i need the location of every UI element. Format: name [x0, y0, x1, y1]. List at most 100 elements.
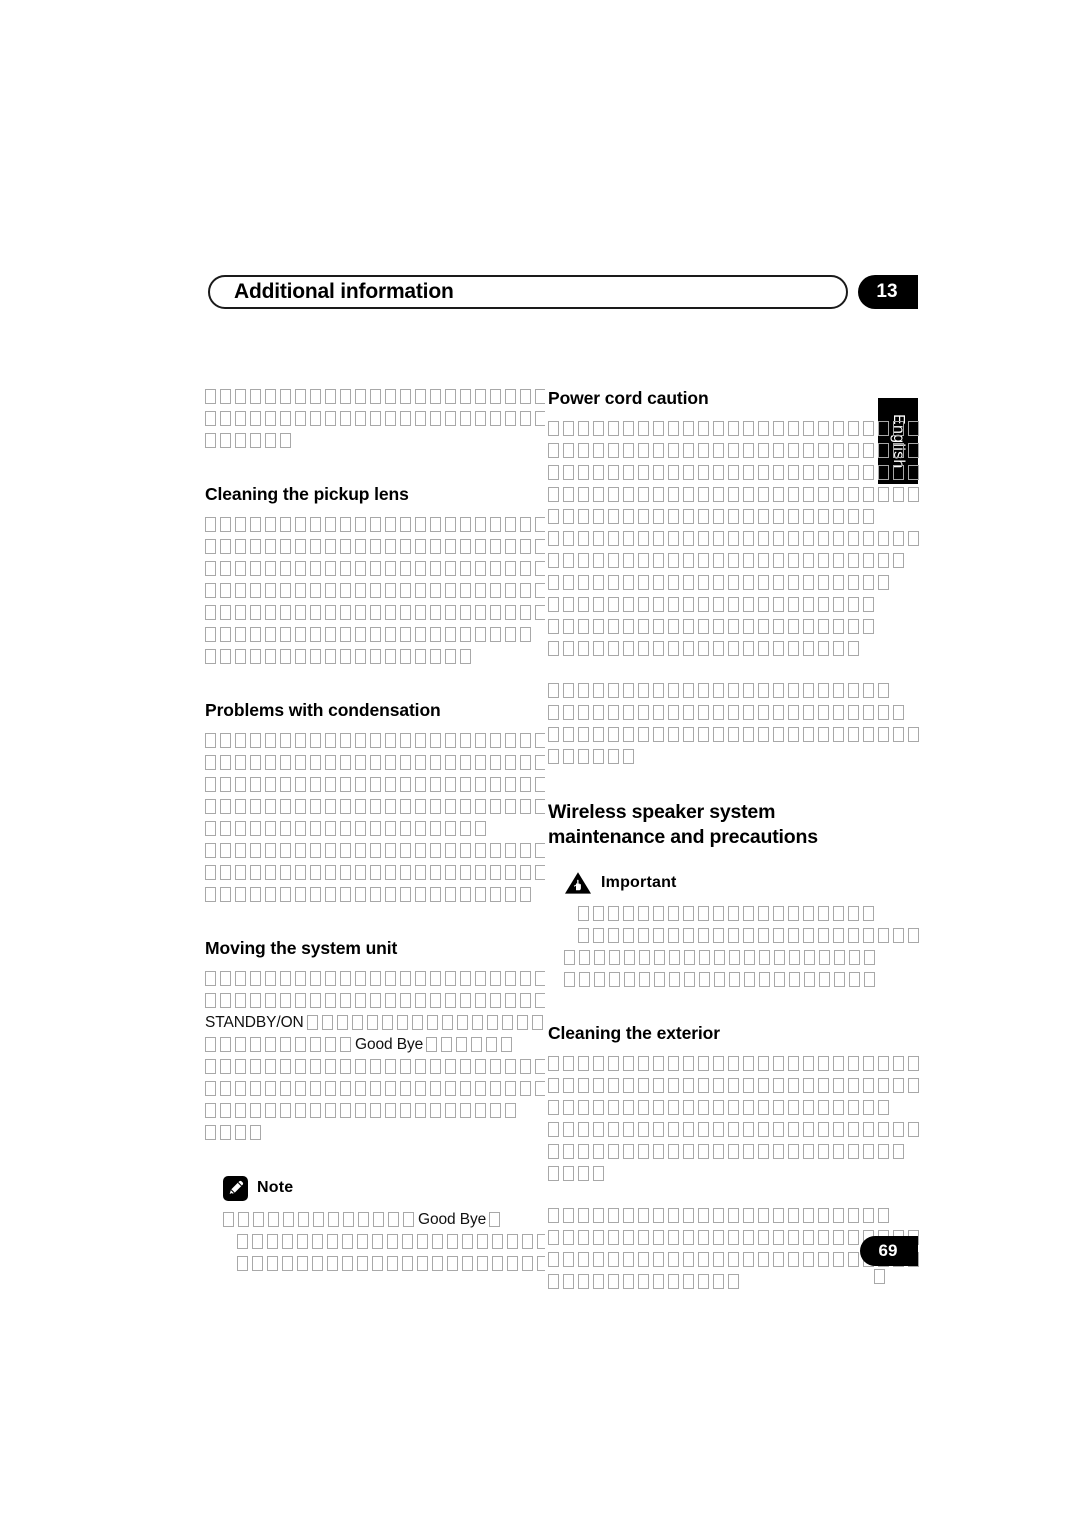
tofu-box — [426, 1015, 438, 1031]
tofu-box — [893, 553, 904, 569]
text-line — [205, 648, 545, 670]
tofu-box — [400, 992, 411, 1008]
tofu-box — [490, 605, 501, 621]
tofu-box — [638, 553, 649, 569]
tofu-box — [415, 605, 426, 621]
text-line — [205, 864, 545, 886]
tofu-box — [340, 561, 351, 577]
tofu-box — [282, 1255, 293, 1271]
tofu-box — [310, 627, 321, 643]
tofu-box — [340, 755, 351, 771]
tofu-box — [758, 1229, 769, 1245]
tofu-box — [878, 1055, 889, 1071]
tofu-box — [578, 683, 589, 699]
tofu-box — [698, 1251, 709, 1267]
tofu-box — [310, 649, 321, 665]
tofu-box — [893, 1143, 904, 1159]
tofu-box — [355, 992, 366, 1008]
tofu-box — [893, 531, 904, 547]
tofu-box — [668, 421, 679, 437]
tofu-box — [563, 597, 574, 613]
tofu-box — [548, 619, 559, 635]
tofu-box — [325, 605, 336, 621]
tofu-box — [370, 649, 381, 665]
tofu-box — [310, 865, 321, 881]
tofu-box — [773, 905, 784, 921]
tofu-box — [490, 970, 501, 986]
tofu-box — [490, 777, 501, 793]
tofu-box — [223, 1212, 234, 1228]
tofu-box — [462, 1233, 473, 1249]
tofu-box — [535, 583, 545, 599]
tofu-box — [505, 1102, 516, 1118]
tofu-box — [638, 1143, 649, 1159]
text-line — [205, 842, 545, 864]
tofu-box — [743, 619, 754, 635]
tofu-box — [310, 821, 321, 837]
tofu-box — [638, 1251, 649, 1267]
tofu-box — [548, 597, 559, 613]
tofu-box — [535, 755, 545, 771]
tofu-box — [788, 1207, 799, 1223]
tofu-box — [699, 971, 710, 987]
tofu-box — [400, 799, 411, 815]
tofu-box — [537, 1233, 545, 1249]
tofu-box — [789, 949, 800, 965]
tofu-box — [593, 1251, 604, 1267]
tofu-box — [819, 971, 830, 987]
tofu-box — [400, 517, 411, 533]
tofu-box — [728, 683, 739, 699]
tofu-box — [698, 641, 709, 657]
tofu-box — [728, 531, 739, 547]
tofu-box — [325, 649, 336, 665]
tofu-box — [385, 561, 396, 577]
tofu-box — [564, 949, 575, 965]
tofu-box — [388, 1212, 399, 1228]
tofu-box — [638, 619, 649, 635]
tofu-box — [415, 1102, 426, 1118]
paragraph — [548, 1054, 920, 1186]
tofu-box — [863, 1077, 874, 1093]
tofu-box — [833, 683, 844, 699]
tofu-box — [638, 487, 649, 503]
tofu-box — [340, 539, 351, 555]
tofu-box — [220, 843, 231, 859]
tofu-box — [220, 799, 231, 815]
tofu-box — [623, 1055, 634, 1071]
tofu-box — [220, 605, 231, 621]
tofu-box — [265, 389, 276, 405]
tofu-box — [505, 992, 516, 1008]
tofu-box — [340, 649, 351, 665]
tofu-box — [250, 733, 261, 749]
tofu-box — [355, 389, 366, 405]
tofu-box — [608, 1251, 619, 1267]
tofu-box — [698, 1143, 709, 1159]
tofu-box — [250, 1124, 261, 1140]
text-line — [548, 552, 920, 574]
tofu-box — [432, 1255, 443, 1271]
tofu-box — [220, 970, 231, 986]
tofu-box — [430, 561, 441, 577]
tofu-box — [548, 1165, 559, 1181]
tofu-box — [878, 465, 889, 481]
tofu-box — [370, 843, 381, 859]
tofu-box — [818, 641, 829, 657]
tofu-box — [848, 1143, 859, 1159]
tofu-box — [205, 777, 216, 793]
text-line — [548, 596, 920, 618]
tofu-box — [788, 619, 799, 635]
tofu-box — [548, 443, 559, 459]
tofu-box — [818, 1143, 829, 1159]
tofu-box — [537, 1255, 545, 1271]
tofu-box — [833, 927, 844, 943]
tofu-box — [638, 705, 649, 721]
tofu-box — [608, 487, 619, 503]
tofu-box — [653, 1121, 664, 1137]
tofu-box — [833, 1251, 844, 1267]
tofu-box — [668, 927, 679, 943]
tofu-box — [505, 733, 516, 749]
tofu-box — [713, 1055, 724, 1071]
tofu-box — [310, 777, 321, 793]
